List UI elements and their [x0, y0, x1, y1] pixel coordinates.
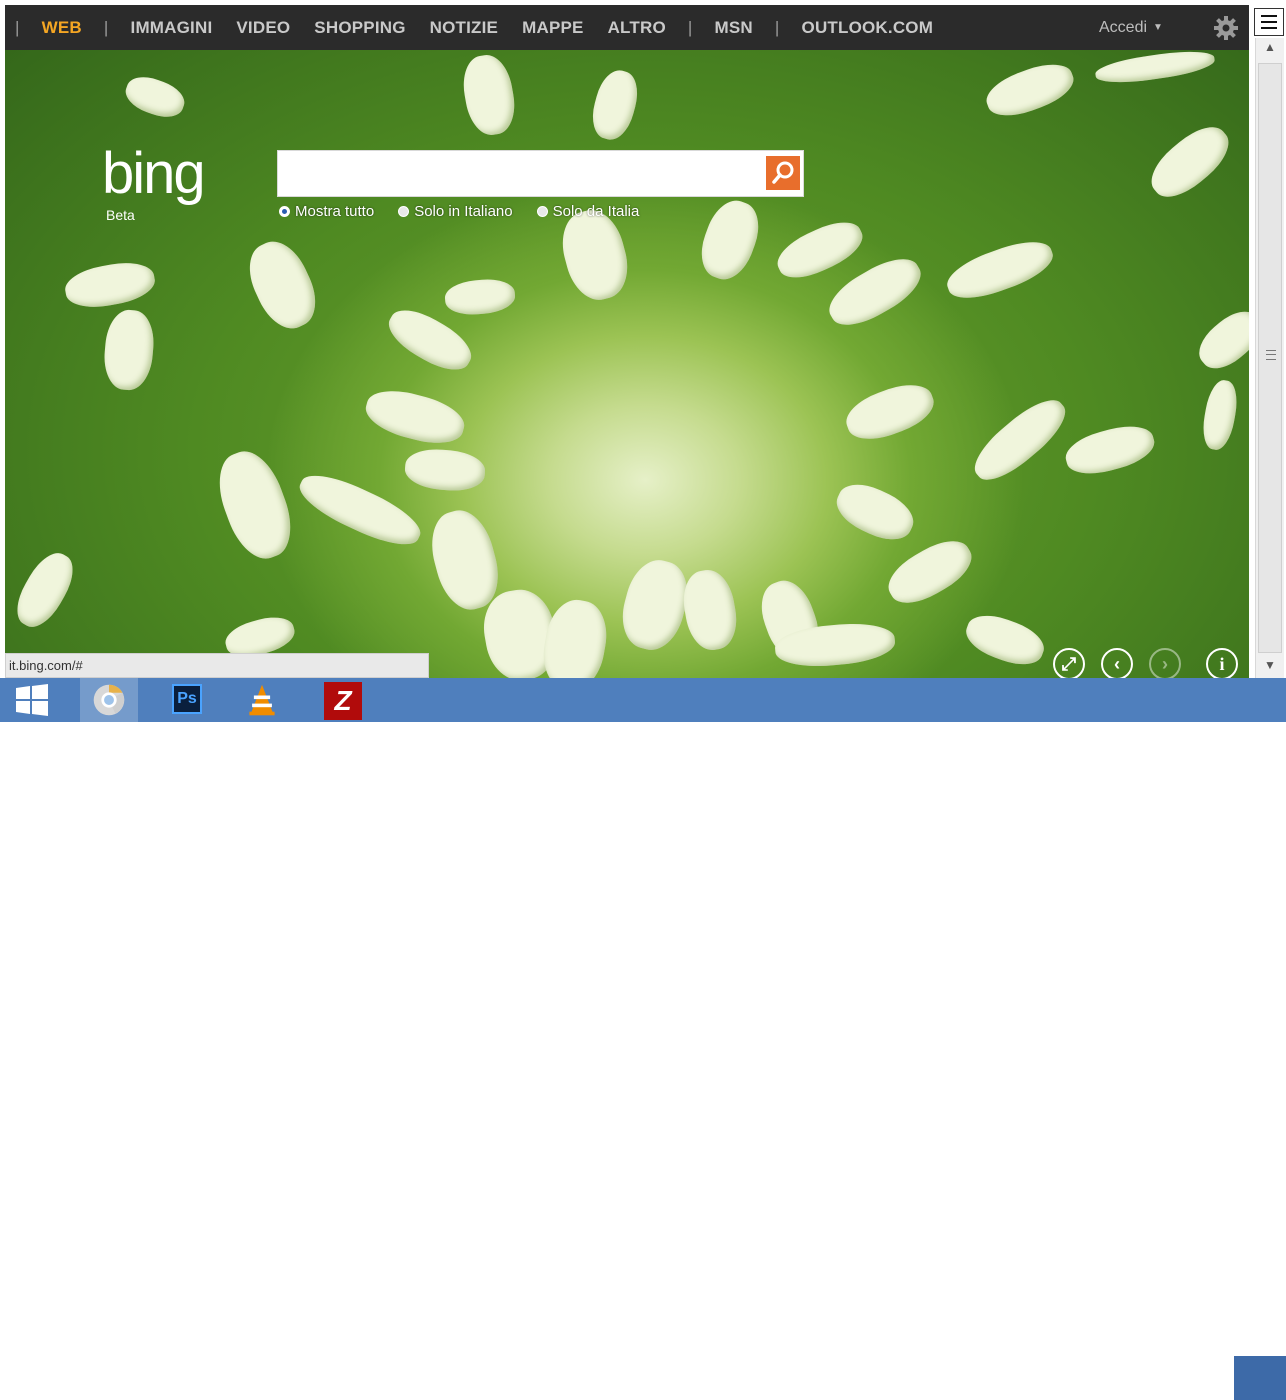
petal-shape: [1141, 116, 1239, 208]
petal-shape: [7, 545, 83, 635]
nav-item-mappe[interactable]: MAPPE: [522, 18, 583, 38]
gear-icon[interactable]: [1213, 15, 1239, 41]
vertical-scrollbar[interactable]: ▲ ▼: [1255, 38, 1284, 678]
nav-menu: | WEB | IMMAGINI VIDEO SHOPPING NOTIZIE …: [5, 5, 945, 50]
nav-item-outlook[interactable]: OUTLOOK.COM: [802, 18, 934, 38]
nav-separator: |: [103, 17, 109, 37]
windows-start-button[interactable]: [0, 678, 62, 722]
petal-shape: [292, 464, 428, 556]
signin-link[interactable]: Accedi ▼: [1099, 5, 1163, 50]
nav-item-notizie[interactable]: NOTIZIE: [430, 18, 498, 38]
previous-image-icon[interactable]: ‹: [1101, 648, 1133, 680]
radio-label: Mostra tutto: [295, 203, 375, 220]
nav-item-immagini[interactable]: IMMAGINI: [131, 18, 213, 38]
taskbar-show-desktop[interactable]: [1234, 1356, 1286, 1400]
petal-shape: [960, 607, 1050, 673]
status-url: it.bing.com/#: [5, 653, 429, 678]
filezilla-icon: Z: [324, 682, 362, 720]
search-input[interactable]: [282, 155, 762, 194]
petal-shape: [692, 193, 768, 287]
petal-shape: [586, 66, 644, 144]
taskbar-vlc[interactable]: [232, 678, 290, 722]
petal-shape: [840, 375, 940, 449]
search-scope-options: Mostra tutto Solo in Italiano Solo da It…: [279, 203, 663, 220]
radio-unselected-icon: [398, 206, 410, 217]
next-image-icon[interactable]: ›: [1149, 648, 1181, 680]
top-nav-bar: | WEB | IMMAGINI VIDEO SHOPPING NOTIZIE …: [5, 5, 1249, 50]
petal-shape: [1061, 419, 1159, 481]
petal-shape: [770, 212, 870, 288]
scrollbar-thumb[interactable]: [1258, 63, 1282, 653]
radio-label: Solo in Italiano: [414, 203, 513, 220]
search-box: [277, 150, 804, 197]
browser-menu-button[interactable]: [1254, 8, 1284, 36]
petal-shape: [965, 389, 1075, 491]
radio-selected-icon: [279, 206, 290, 217]
radio-solo-da-italia[interactable]: Solo da Italia: [536, 203, 640, 220]
nav-separator: |: [687, 17, 693, 37]
taskbar-chrome[interactable]: [80, 678, 138, 722]
petal-shape: [941, 232, 1059, 308]
radio-solo-in-italiano[interactable]: Solo in Italiano: [398, 203, 513, 220]
petal-shape: [403, 446, 487, 494]
scrollbar-grip-icon: [1266, 350, 1276, 360]
nav-item-altro[interactable]: ALTRO: [608, 18, 666, 38]
chevron-down-icon: ▼: [1153, 22, 1163, 33]
petal-shape: [62, 257, 158, 313]
petal-shape: [537, 595, 613, 678]
beta-label: Beta: [106, 207, 135, 223]
search-button[interactable]: [766, 156, 800, 190]
radio-unselected-icon: [536, 206, 548, 217]
bing-logo: bing: [102, 141, 206, 206]
petal-shape: [238, 232, 327, 338]
nav-separator: |: [774, 17, 780, 37]
photoshop-icon: Ps: [172, 684, 202, 714]
petal-shape: [207, 443, 303, 567]
petal-shape: [880, 530, 980, 614]
nav-item-msn[interactable]: MSN: [715, 18, 753, 38]
radio-label: Solo da Italia: [552, 203, 640, 220]
nav-item-shopping[interactable]: SHOPPING: [314, 18, 405, 38]
petal-shape: [458, 51, 520, 139]
nav-item-web[interactable]: WEB: [42, 18, 82, 38]
petal-shape: [443, 277, 517, 317]
petal-shape: [980, 55, 1080, 125]
petal-shape: [1199, 377, 1241, 453]
nav-separator: |: [15, 17, 20, 37]
info-icon[interactable]: i: [1206, 648, 1238, 680]
windows-start-icon: [16, 684, 48, 716]
petal-shape: [1093, 50, 1217, 88]
radio-mostra-tutto[interactable]: Mostra tutto: [279, 203, 374, 220]
petal-shape: [1190, 302, 1249, 378]
petal-shape: [829, 475, 921, 549]
petal-shape: [361, 382, 469, 452]
signin-label: Accedi: [1099, 18, 1148, 36]
nav-item-video[interactable]: VIDEO: [236, 18, 290, 38]
petal-shape: [678, 566, 742, 654]
search-icon: [772, 161, 794, 184]
petal-shape: [120, 70, 190, 124]
scroll-up-arrow-icon[interactable]: ▲: [1262, 40, 1278, 54]
petal-shape: [101, 308, 157, 392]
vlc-icon: [249, 684, 275, 716]
chrome-icon: [93, 684, 125, 716]
fullscreen-icon[interactable]: ⤢: [1053, 648, 1085, 680]
scroll-down-arrow-icon[interactable]: ▼: [1262, 658, 1278, 672]
